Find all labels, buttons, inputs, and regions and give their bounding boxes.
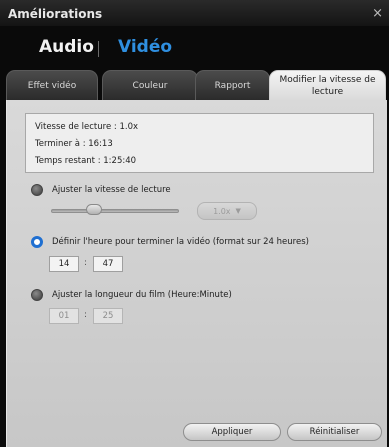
- option-adjust-speed[interactable]: Ajuster la vitesse de lecture: [31, 184, 171, 196]
- length-minute-field[interactable]: 25: [93, 308, 123, 324]
- close-icon[interactable]: ×: [372, 6, 383, 21]
- tab-video-effect[interactable]: Effet vidéo: [6, 70, 98, 100]
- info-remaining: Temps restant : 1:25:40: [35, 156, 137, 166]
- radio-end-time[interactable]: [31, 236, 43, 248]
- option-length[interactable]: Ajuster la longueur du film (Heure:Minut…: [31, 289, 232, 301]
- option-length-label: Ajuster la longueur du film (Heure:Minut…: [52, 290, 232, 300]
- end-time-hour-field[interactable]: 14: [49, 256, 79, 272]
- tab-bar: Effet vidéo Couleur Rapport Modifier la …: [6, 70, 387, 101]
- apply-button[interactable]: Appliquer: [183, 423, 281, 441]
- radio-adjust-speed[interactable]: [31, 184, 43, 196]
- time-separator: :: [84, 258, 88, 268]
- reset-button[interactable]: Réinitialiser: [287, 423, 382, 441]
- option-end-time[interactable]: Définir l'heure pour terminer la vidéo (…: [31, 236, 309, 248]
- speed-dropdown-value: 1.0x: [213, 206, 231, 216]
- speed-dropdown[interactable]: 1.0x ▼: [197, 202, 257, 220]
- content-panel: Vitesse de lecture : 1.0x Terminer à : 1…: [6, 100, 387, 447]
- length-separator: :: [84, 310, 88, 320]
- enhancements-window: Améliorations × Audio Vidéo Effet vidéo …: [0, 0, 389, 447]
- window-title: Améliorations: [8, 7, 103, 21]
- option-end-time-label: Définir l'heure pour terminer la vidéo (…: [52, 237, 309, 247]
- speed-slider-handle[interactable]: [86, 204, 102, 215]
- tab-color[interactable]: Couleur: [102, 70, 198, 100]
- playback-info-box: Vitesse de lecture : 1.0x Terminer à : 1…: [25, 113, 374, 173]
- title-bar: Améliorations ×: [0, 0, 389, 27]
- info-speed: Vitesse de lecture : 1.0x: [35, 122, 139, 132]
- mode-switch: Audio Vidéo: [0, 26, 389, 70]
- tab-playback-speed[interactable]: Modifier la vitesse de lecture: [269, 70, 386, 101]
- chevron-down-icon: ▼: [235, 207, 241, 215]
- radio-length[interactable]: [31, 289, 43, 301]
- end-time-minute-field[interactable]: 47: [93, 256, 123, 272]
- mode-video[interactable]: Vidéo: [118, 37, 172, 57]
- mode-separator: [98, 41, 99, 57]
- length-hour-field[interactable]: 01: [49, 308, 79, 324]
- option-adjust-speed-label: Ajuster la vitesse de lecture: [52, 185, 171, 195]
- mode-audio[interactable]: Audio: [39, 37, 94, 57]
- speed-slider-track[interactable]: [51, 209, 179, 213]
- info-finish: Terminer à : 16:13: [35, 139, 113, 149]
- tab-aspect-ratio[interactable]: Rapport: [195, 70, 270, 100]
